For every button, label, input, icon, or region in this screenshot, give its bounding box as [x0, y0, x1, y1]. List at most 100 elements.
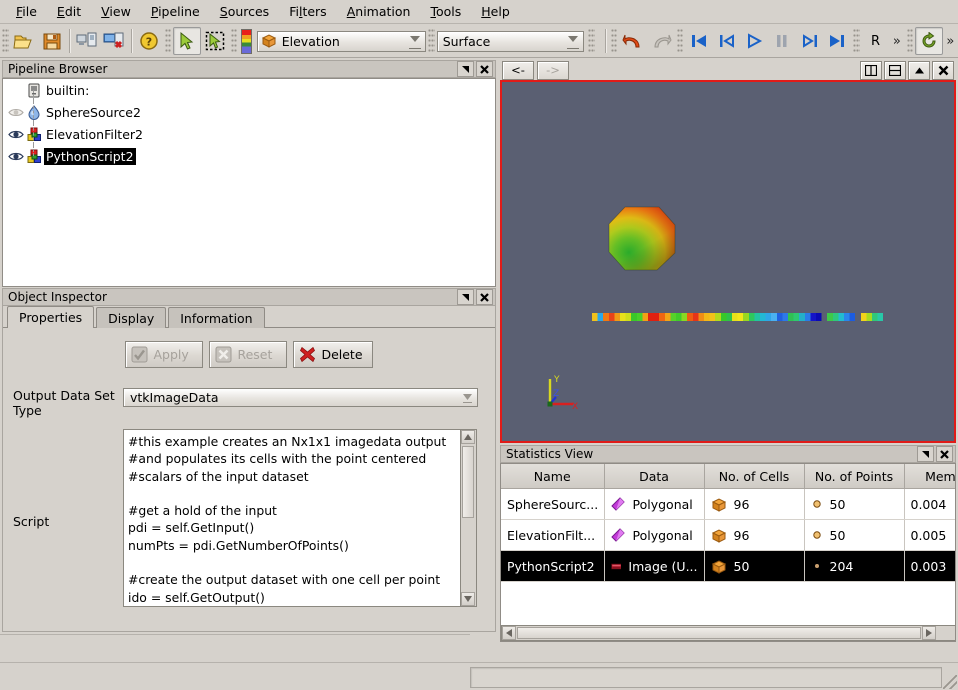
toolbar-overflow-button[interactable]: » [889, 34, 904, 49]
visibility-toggle-on-icon[interactable] [7, 127, 24, 141]
toolbar-grip-6[interactable] [610, 29, 618, 53]
cell-name: PythonScript2 [501, 550, 605, 582]
polygonal-icon [610, 497, 625, 511]
menu-file[interactable]: FFileile [6, 2, 47, 22]
reset-button[interactable]: Reset [209, 341, 288, 368]
vcr-pause-button[interactable] [768, 27, 796, 55]
open-file-button[interactable] [11, 27, 39, 55]
toolbar-grip-7[interactable] [676, 29, 684, 53]
vcr-previous-frame-button[interactable] [713, 27, 741, 55]
maximize-view-button[interactable] [908, 60, 930, 80]
color-by-value: Elevation [281, 33, 340, 49]
cell-cells: 96 [704, 488, 805, 520]
pipeline-item-spheresource2[interactable]: SphereSource2 [3, 101, 495, 123]
toolbar-grip-3[interactable] [230, 29, 238, 53]
statistics-table-container[interactable]: Name Data No. of Cells No. of Points Mem… [500, 463, 956, 642]
scrollbar-thumb[interactable] [517, 627, 921, 639]
interact-mode-button[interactable] [173, 27, 201, 55]
connect-button[interactable] [73, 27, 101, 55]
tab-information[interactable]: Information [168, 307, 265, 328]
stats-undock-button[interactable] [917, 446, 934, 462]
visibility-toggle-on-icon[interactable] [7, 149, 24, 163]
vcr-play-button[interactable] [741, 27, 769, 55]
save-data-button[interactable] [38, 27, 66, 55]
column-header-cells[interactable]: No. of Cells [704, 464, 805, 489]
split-vertical-button[interactable] [884, 60, 906, 80]
split-horizontal-button[interactable] [860, 60, 882, 80]
visibility-toggle-off-icon[interactable] [7, 105, 24, 119]
cell-memory: 0.003 [904, 550, 955, 582]
menu-pipeline[interactable]: Pipeline [141, 2, 210, 22]
output-data-set-type-combo[interactable]: vtkImageData [123, 388, 478, 407]
script-textarea[interactable]: #this example creates an Nx1x1 imagedata… [123, 429, 461, 607]
reset-camera-button[interactable] [915, 27, 943, 55]
cell-points: 50 [804, 488, 905, 520]
stats-close-button[interactable] [936, 446, 953, 462]
scroll-down-icon[interactable] [461, 592, 475, 606]
column-header-memory[interactable]: Memory [904, 464, 955, 489]
menu-filters[interactable]: Filters [279, 2, 337, 22]
pipeline-browser-list[interactable]: builtin: SphereSource2 ElevationFilter2 … [2, 78, 496, 287]
resize-grip[interactable] [943, 675, 957, 689]
table-row[interactable]: ElevationFilt... Polygonal 96 50 0.005 [501, 519, 955, 551]
tab-display[interactable]: Display [96, 307, 167, 328]
column-header-points[interactable]: No. of Points [804, 464, 905, 489]
pipeline-item-pythonscript2[interactable]: PythonScript2 [3, 145, 495, 167]
vcr-first-frame-button[interactable] [685, 27, 713, 55]
3d-render-view[interactable]: Y X Z [500, 80, 956, 443]
inspector-undock-button[interactable] [457, 289, 474, 305]
select-cells-button[interactable] [201, 27, 229, 55]
toolbar-overflow-button-2[interactable]: » [943, 34, 958, 49]
scroll-right-icon[interactable] [922, 626, 936, 640]
pipeline-item-elevationfilter2[interactable]: ElevationFilter2 [3, 123, 495, 145]
table-row[interactable]: PythonScript2 Image (U... 50 204 0.003 [501, 550, 955, 582]
disconnect-button[interactable] [100, 27, 128, 55]
apply-button[interactable]: Apply [125, 341, 204, 368]
point-count-icon [814, 564, 819, 568]
vcr-last-frame-button[interactable] [823, 27, 851, 55]
cell-data-icon [261, 34, 276, 48]
menu-help[interactable]: Help [471, 2, 520, 22]
toolbar-grip-5[interactable] [588, 29, 595, 53]
pipeline-close-button[interactable] [476, 61, 493, 77]
vcr-next-frame-button[interactable] [796, 27, 824, 55]
redo-camera-button[interactable] [647, 27, 675, 55]
cell-points-label: 204 [829, 558, 854, 574]
loop-toggle-button[interactable]: R [862, 27, 890, 55]
undo-camera-button[interactable] [619, 27, 647, 55]
representation-combo[interactable]: Surface [436, 30, 585, 52]
cell-count-icon [711, 559, 726, 574]
inspector-close-button[interactable] [476, 289, 493, 305]
close-view-button[interactable] [932, 60, 954, 80]
scrollbar-thumb[interactable] [462, 446, 474, 518]
menu-sources[interactable]: Sources [210, 2, 279, 22]
cell-count-icon [711, 528, 726, 543]
pipeline-item-builtin[interactable]: builtin: [3, 79, 495, 101]
scroll-left-icon[interactable] [502, 626, 516, 640]
menu-animation[interactable]: Animation [337, 2, 421, 22]
column-header-name[interactable]: Name [501, 464, 605, 489]
menu-edit[interactable]: Edit [47, 2, 91, 22]
statistics-horizontal-scrollbar[interactable] [501, 625, 955, 641]
toolbar-grip-4[interactable] [428, 29, 435, 53]
toolbar-grip-8[interactable] [853, 29, 860, 53]
table-row[interactable]: SphereSourc... Polygonal 96 50 0.004 [501, 488, 955, 520]
toolbar-grip-2[interactable] [164, 29, 172, 53]
color-by-combo[interactable]: Elevation [256, 30, 427, 52]
view-forward-button[interactable]: -> [537, 60, 569, 80]
scroll-up-icon[interactable] [461, 430, 475, 444]
help-button[interactable]: ? [135, 27, 163, 55]
delete-button[interactable]: Delete [293, 341, 373, 368]
toolbar-separator-2 [131, 29, 133, 53]
toolbar-separator-1 [68, 29, 70, 53]
menu-tools[interactable]: Tools [420, 2, 471, 22]
script-vertical-scrollbar[interactable] [461, 429, 477, 607]
menu-view[interactable]: View [91, 2, 141, 22]
pipeline-undock-button[interactable] [457, 61, 474, 77]
toolbar-grip-9[interactable] [906, 29, 914, 53]
tab-properties[interactable]: Properties [7, 306, 95, 328]
view-back-button[interactable]: <- [502, 60, 534, 80]
toolbar-grip[interactable] [2, 29, 9, 53]
tree-line [33, 101, 35, 123]
column-header-data[interactable]: Data [604, 464, 705, 489]
